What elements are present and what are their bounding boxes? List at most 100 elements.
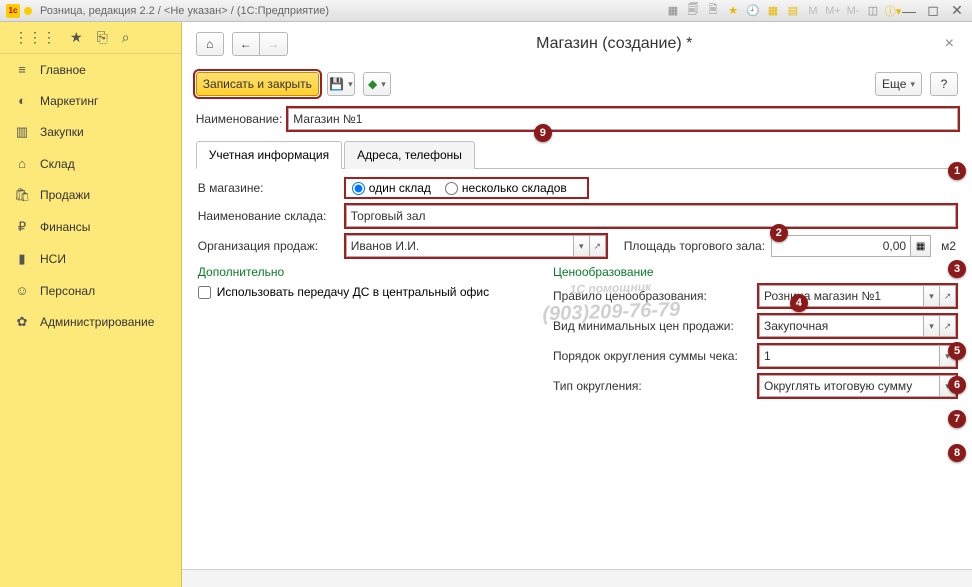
calculator-icon[interactable]: ▦ bbox=[911, 235, 931, 257]
apps-icon[interactable]: ⋮⋮⋮ bbox=[14, 29, 56, 46]
close-icon[interactable]: ✕ bbox=[948, 4, 966, 18]
pie-icon: ◐ bbox=[14, 93, 30, 108]
badge-6: 6 bbox=[948, 376, 966, 394]
calc-icon[interactable]: ▦ bbox=[766, 4, 780, 18]
open-icon[interactable]: ↗ bbox=[940, 285, 956, 307]
area-label: Площадь торгового зала: bbox=[624, 239, 765, 253]
round-order-input[interactable] bbox=[759, 345, 940, 367]
org-select[interactable]: ▾ ↗ bbox=[346, 235, 606, 257]
info-icon[interactable]: ⓘ▾ bbox=[886, 4, 900, 18]
sidebar-item-label: Маркетинг bbox=[40, 94, 98, 108]
badge-2: 2 bbox=[770, 224, 788, 242]
badge-9: 9 bbox=[534, 124, 552, 142]
round-type-input[interactable] bbox=[759, 375, 940, 397]
area-unit: м2 bbox=[941, 239, 956, 253]
minprice-input[interactable] bbox=[759, 315, 924, 337]
dropdown-icon[interactable]: ▾ bbox=[574, 235, 590, 257]
sidebar-item-label: НСИ bbox=[40, 252, 66, 266]
home-button[interactable]: ⌂ bbox=[196, 32, 224, 56]
badge-8: 8 bbox=[948, 444, 966, 462]
sidebar-item-warehouse[interactable]: ⌂ Склад bbox=[0, 148, 181, 179]
dropdown-icon[interactable]: ▾ bbox=[924, 285, 940, 307]
rule-label: Правило ценообразования: bbox=[553, 289, 753, 303]
round-order-select[interactable]: ▾ bbox=[759, 345, 956, 367]
main-content: ⌂ ← → Магазин (создание) * × Записать и … bbox=[182, 22, 972, 587]
sidebar-item-personnel[interactable]: ☺Персонал bbox=[0, 275, 181, 306]
checkbox-input[interactable] bbox=[198, 286, 211, 299]
warehouse-name-input[interactable] bbox=[346, 205, 956, 227]
house-icon: ⌂ bbox=[14, 156, 30, 171]
search-icon[interactable]: ⌕ bbox=[122, 29, 130, 46]
sidebar-item-label: Финансы bbox=[40, 220, 90, 234]
sidebar-item-nsi[interactable]: ▮ НСИ bbox=[0, 243, 181, 275]
bag-icon: 🛍 bbox=[14, 187, 30, 203]
app-logo-icon: 1c bbox=[6, 4, 20, 18]
sidebar-item-label: Главное bbox=[40, 63, 86, 77]
tb-m-minus[interactable]: M- bbox=[846, 4, 860, 18]
actions-button[interactable]: ◆ bbox=[363, 72, 391, 96]
tabs: Учетная информация Адреса, телефоны bbox=[196, 140, 958, 169]
tb-m[interactable]: M bbox=[806, 4, 820, 18]
additional-title: Дополнительно bbox=[198, 265, 529, 279]
more-button[interactable]: Еще bbox=[875, 72, 922, 96]
ruble-icon: ₽ bbox=[14, 219, 30, 235]
badge-7: 7 bbox=[948, 410, 966, 428]
dropdown-icon[interactable]: ▾ bbox=[924, 315, 940, 337]
tb-m-plus[interactable]: M+ bbox=[826, 4, 840, 18]
tb-icon[interactable]: 🕘 bbox=[746, 4, 760, 18]
sidebar-item-admin[interactable]: ✿Администрирование bbox=[0, 306, 181, 338]
name-input[interactable] bbox=[288, 108, 958, 130]
star-icon[interactable]: ★ bbox=[726, 4, 740, 18]
forward-button[interactable]: → bbox=[260, 32, 288, 56]
calendar-icon[interactable]: ▤ bbox=[786, 4, 800, 18]
status-bar bbox=[182, 569, 972, 587]
toolbar: Записать и закрыть 💾 ◆ Еще ? bbox=[196, 72, 958, 96]
org-label: Организация продаж: bbox=[198, 239, 340, 253]
minprice-select[interactable]: ▾ ↗ bbox=[759, 315, 956, 337]
sidebar-item-marketing[interactable]: ◐ Маркетинг bbox=[0, 85, 181, 116]
open-icon[interactable]: ↗ bbox=[590, 235, 606, 257]
minimize-icon[interactable]: — bbox=[900, 4, 918, 18]
help-button[interactable]: ? bbox=[930, 72, 958, 96]
window-title: Розница, редакция 2.2 / <Не указан> / (1… bbox=[40, 5, 666, 17]
pricing-rule-select[interactable]: ▾ ↗ bbox=[759, 285, 956, 307]
round-type-label: Тип округления: bbox=[553, 379, 753, 393]
clipboard-icon[interactable]: ⎘ bbox=[97, 29, 108, 46]
tab-account-info[interactable]: Учетная информация bbox=[196, 141, 342, 169]
badge-4: 4 bbox=[790, 294, 808, 312]
area-input[interactable] bbox=[771, 235, 911, 257]
radio-many-warehouses[interactable]: несколько складов bbox=[445, 181, 567, 195]
tb-icon[interactable]: 🗐 bbox=[686, 4, 700, 18]
save-button[interactable]: 💾 bbox=[327, 72, 355, 96]
maximize-icon[interactable]: ◻ bbox=[924, 4, 942, 18]
radio-input[interactable] bbox=[445, 182, 458, 195]
sidebar-items: ≡Главное ◐ Маркетинг ▥Закупки ⌂ Склад 🛍 Про… bbox=[0, 54, 181, 338]
sidebar-item-main[interactable]: ≡Главное bbox=[0, 54, 181, 85]
window-controls: — ◻ ✕ bbox=[900, 4, 966, 18]
tb-icon[interactable]: ▦ bbox=[666, 4, 680, 18]
book-icon: ▮ bbox=[14, 251, 30, 267]
panels-icon[interactable]: ◫ bbox=[866, 4, 880, 18]
open-icon[interactable]: ↗ bbox=[940, 315, 956, 337]
badge-1: 1 bbox=[948, 162, 966, 180]
tab-addresses[interactable]: Адреса, телефоны bbox=[344, 141, 475, 169]
sidebar-item-finance[interactable]: ₽ Финансы bbox=[0, 211, 181, 243]
radio-input[interactable] bbox=[352, 182, 365, 195]
save-close-button[interactable]: Записать и закрыть bbox=[196, 72, 319, 96]
sidebar-item-label: Склад bbox=[40, 157, 75, 171]
sidebar-item-purchases[interactable]: ▥Закупки bbox=[0, 116, 181, 148]
radio-one-warehouse[interactable]: один склад bbox=[352, 181, 431, 195]
sidebar-item-label: Администрирование bbox=[40, 315, 154, 329]
pricing-rule-input[interactable] bbox=[759, 285, 924, 307]
org-input[interactable] bbox=[346, 235, 574, 257]
sidebar-item-sales[interactable]: 🛍 Продажи bbox=[0, 179, 181, 211]
star-icon[interactable]: ★ bbox=[70, 29, 83, 46]
sidebar-item-label: Продажи bbox=[40, 188, 90, 202]
badge-3: 3 bbox=[948, 260, 966, 278]
titlebar-tools: ▦ 🗐 🗎 ★ 🕘 ▦ ▤ M M+ M- ◫ ⓘ▾ bbox=[666, 4, 900, 18]
round-type-select[interactable]: ▾ bbox=[759, 375, 956, 397]
back-button[interactable]: ← bbox=[232, 32, 260, 56]
tb-icon[interactable]: 🗎 bbox=[706, 4, 720, 18]
use-transfer-checkbox[interactable]: Использовать передачу ДС в центральный о… bbox=[198, 285, 529, 299]
page-close-icon[interactable]: × bbox=[941, 35, 958, 53]
